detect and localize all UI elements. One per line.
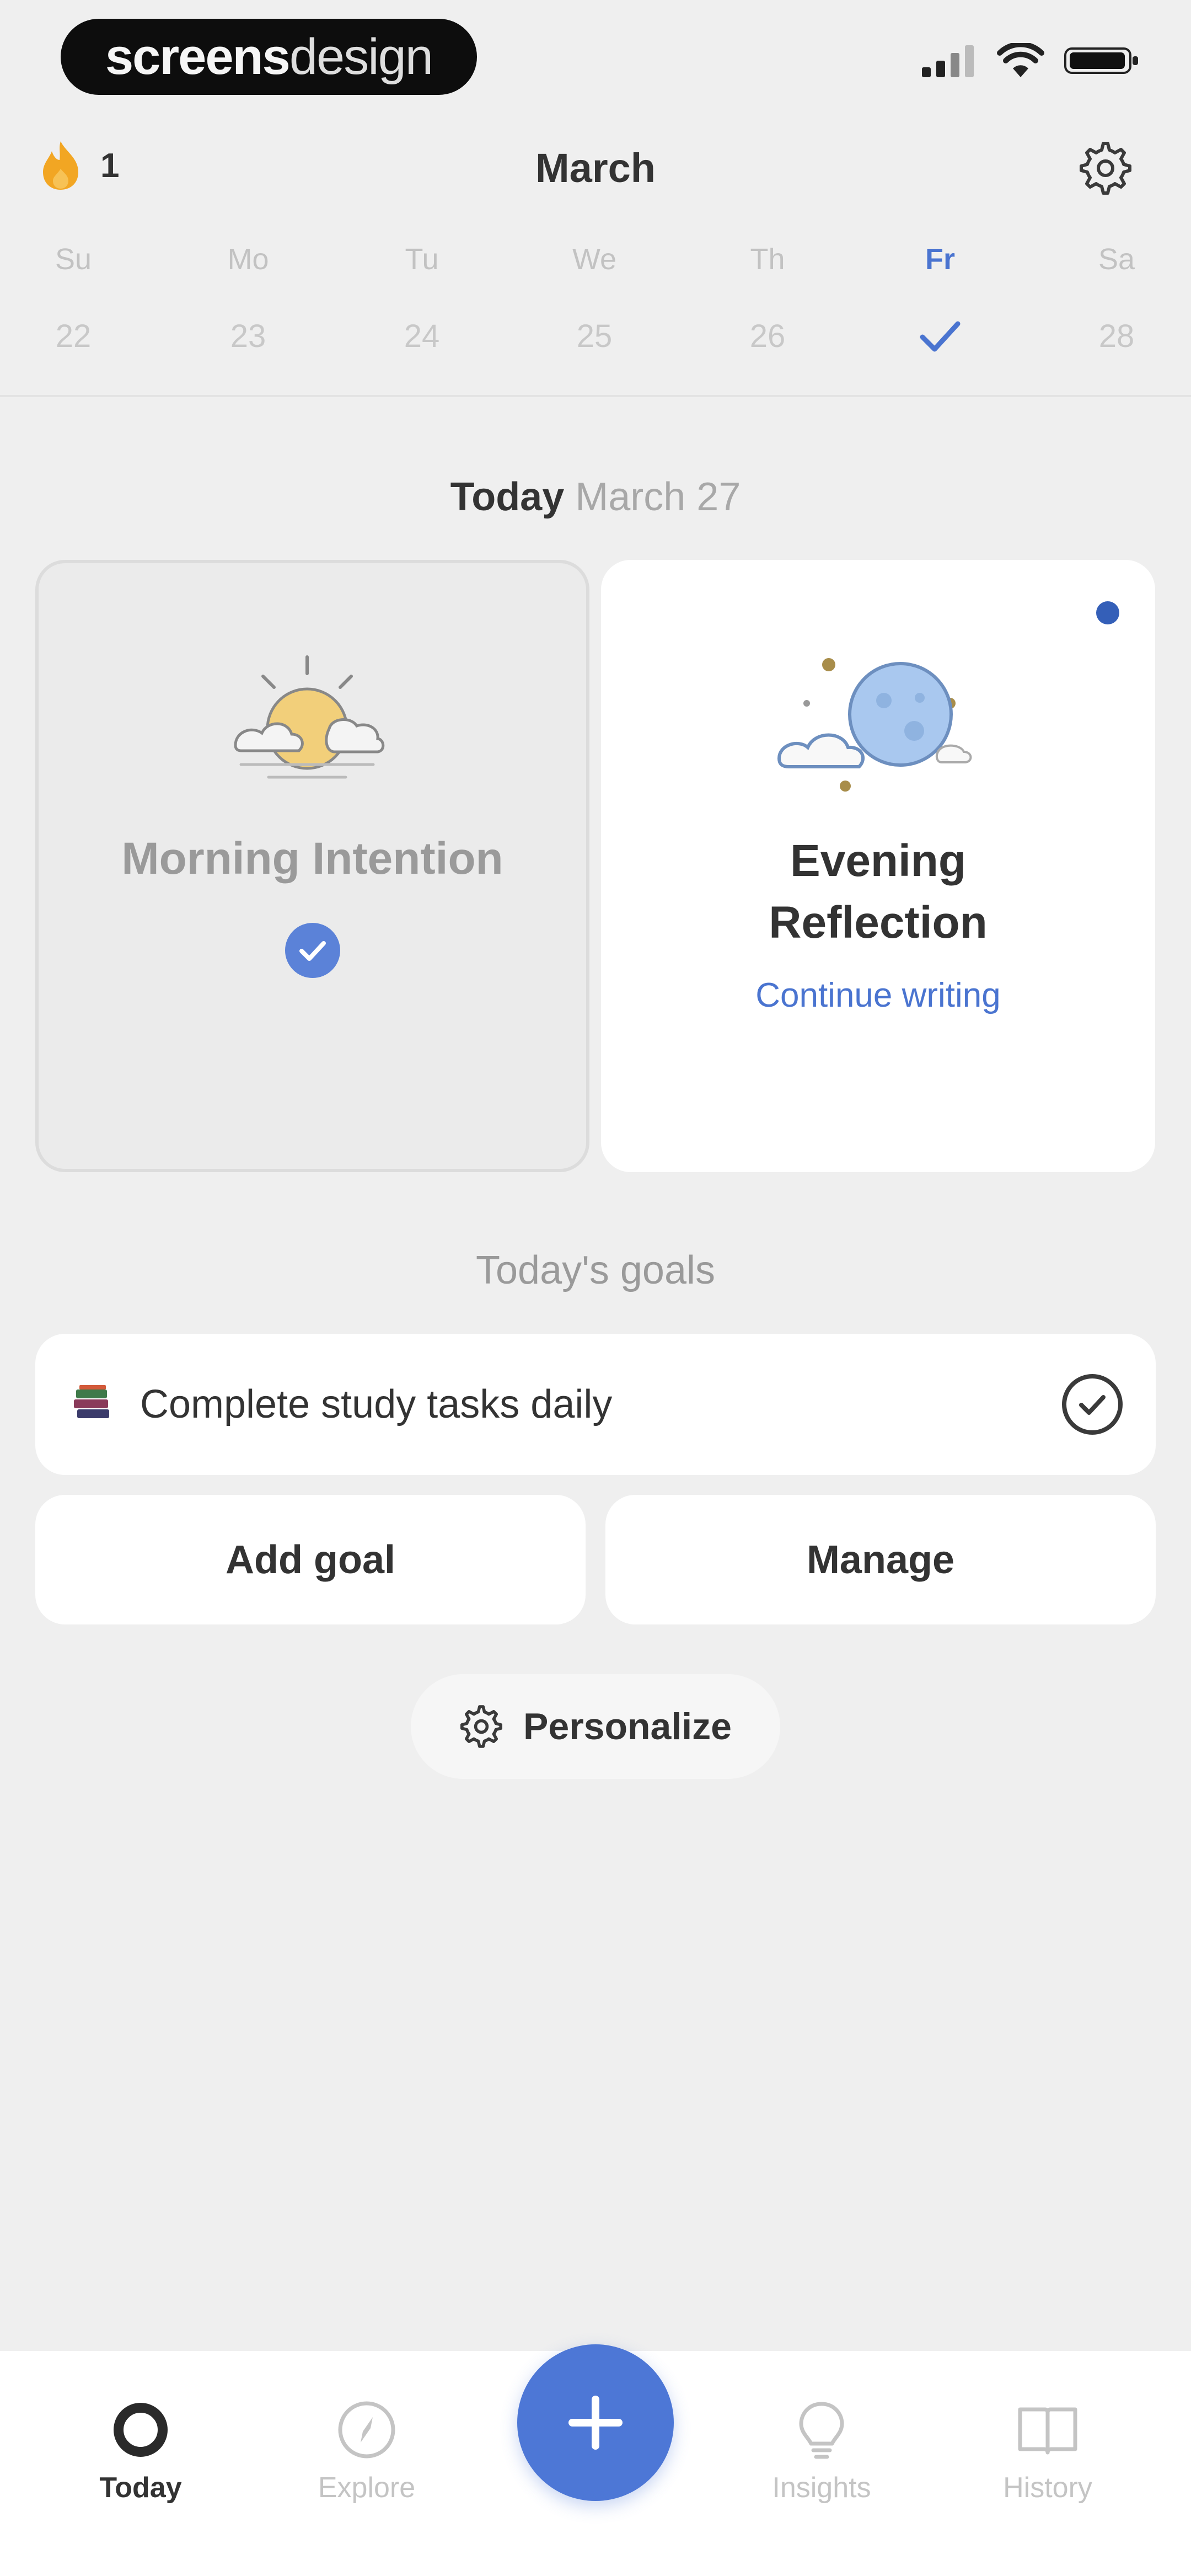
add-goal-button[interactable]: Add goal <box>35 1495 586 1624</box>
day-number: 22 <box>55 318 92 354</box>
personalize-button[interactable]: Personalize <box>411 1674 780 1779</box>
evening-card-title: Evening Reflection <box>769 836 988 948</box>
week-strip: Su 22 Mo 23 Tu 24 We 25 Th 26 Fr Sa 28 <box>0 237 1191 381</box>
goal-label: Complete study tasks daily <box>140 1382 613 1426</box>
ring-icon <box>114 2403 168 2457</box>
day-name: Mo <box>227 243 269 276</box>
lightbulb-icon <box>799 2402 844 2459</box>
sun-cloud-icon <box>219 651 406 803</box>
today-label: Today <box>450 475 565 519</box>
tab-label: Insights <box>772 2472 871 2504</box>
tab-insights[interactable]: Insights <box>739 2399 904 2504</box>
evening-reflection-card[interactable]: Evening Reflection Continue writing <box>601 560 1155 1172</box>
day-thursday[interactable]: Th 26 <box>712 237 823 359</box>
day-friday[interactable]: Fr <box>885 237 995 359</box>
morning-intention-card[interactable]: Morning Intention <box>35 560 589 1172</box>
goal-check-icon[interactable] <box>1062 1374 1123 1435</box>
unread-dot <box>1096 601 1119 624</box>
book-icon <box>1018 2407 1077 2455</box>
tab-explore[interactable]: Explore <box>284 2399 449 2504</box>
day-number: 23 <box>230 318 266 354</box>
continue-writing-link[interactable]: Continue writing <box>755 976 1001 1015</box>
today-heading: Today March 27 <box>0 474 1191 520</box>
day-name: Fr <box>925 243 955 276</box>
status-icons <box>922 43 1141 78</box>
tab-today[interactable]: Today <box>58 2399 223 2504</box>
screensdesign-logo: screens design <box>61 19 477 95</box>
day-name: We <box>572 243 617 276</box>
today-date: March 27 <box>575 475 741 519</box>
settings-button[interactable] <box>1075 138 1136 199</box>
day-wednesday[interactable]: We 25 <box>539 237 650 359</box>
tab-history[interactable]: History <box>965 2399 1130 2504</box>
day-name: Su <box>55 243 92 276</box>
day-name: Th <box>750 243 785 276</box>
day-number: 25 <box>576 318 613 354</box>
completed-check-icon <box>285 923 340 978</box>
day-saturday[interactable]: Sa 28 <box>1061 237 1172 359</box>
add-entry-button[interactable] <box>517 2344 674 2501</box>
moon-cloud-icon <box>774 648 983 805</box>
manage-goals-button[interactable]: Manage <box>605 1495 1156 1624</box>
tab-label: History <box>1003 2472 1092 2504</box>
morning-card-title: Morning Intention <box>121 833 503 884</box>
personalize-label: Personalize <box>523 1706 732 1747</box>
gear-icon <box>460 1705 503 1748</box>
compass-icon <box>338 2401 395 2459</box>
gear-icon <box>1080 142 1131 195</box>
battery-icon <box>1064 47 1138 74</box>
day-completed-check-icon <box>885 314 995 359</box>
logo-text-bold: screens <box>105 28 291 85</box>
logo-text-light: design <box>289 28 433 85</box>
day-number: 24 <box>404 318 440 354</box>
day-number: 28 <box>1098 318 1135 354</box>
books-icon <box>74 1385 109 1418</box>
tab-label: Explore <box>318 2472 416 2504</box>
day-tuesday[interactable]: Tu 24 <box>367 237 477 359</box>
wifi-icon <box>997 43 1044 77</box>
day-sunday[interactable]: Su 22 <box>18 237 128 359</box>
day-number: 26 <box>749 318 786 354</box>
month-title: March <box>535 145 656 191</box>
tab-label: Today <box>99 2472 182 2504</box>
day-monday[interactable]: Mo 23 <box>193 237 303 359</box>
cellular-signal-icon <box>922 45 974 77</box>
day-name: Tu <box>405 243 439 276</box>
goals-heading: Today's goals <box>475 1248 715 1292</box>
goal-item[interactable]: Complete study tasks daily <box>35 1334 1156 1475</box>
day-name: Sa <box>1098 243 1135 276</box>
header-divider <box>0 395 1191 397</box>
plus-icon <box>568 2396 623 2450</box>
